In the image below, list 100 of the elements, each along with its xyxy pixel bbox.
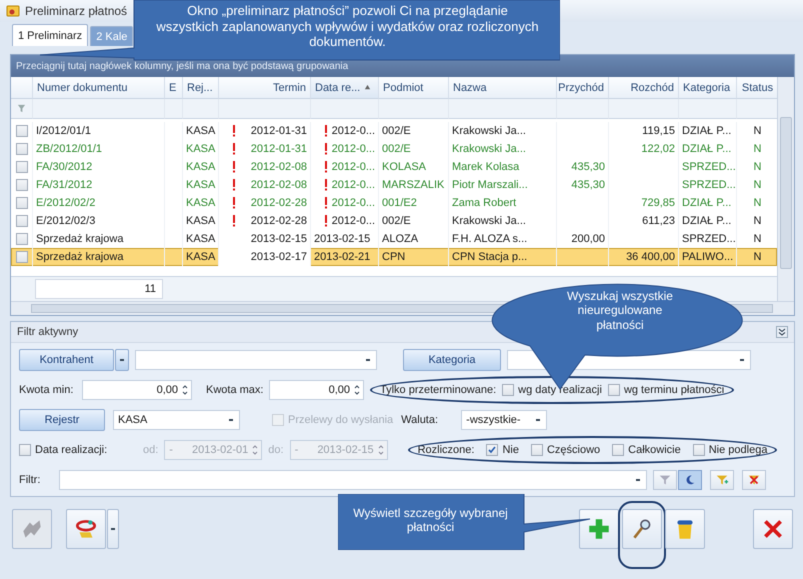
table-row[interactable]: Sprzedaż krajowa KASA 2013-02-17 2013-02-21 CPN CPN Stacja p... 36 400,00 PALIWO... N bbox=[11, 248, 777, 266]
checkbox[interactable] bbox=[608, 384, 620, 396]
caret-icon bbox=[536, 418, 540, 420]
delete-button[interactable] bbox=[665, 509, 705, 549]
refresh-button[interactable] bbox=[66, 509, 106, 549]
column-header[interactable]: E bbox=[165, 77, 183, 99]
table-cell: SPRZED... bbox=[682, 179, 736, 191]
checkbox[interactable] bbox=[530, 444, 543, 456]
spinner-icon[interactable] bbox=[354, 384, 360, 394]
column-header[interactable]: Status bbox=[737, 77, 779, 99]
table-cell: ALOZA bbox=[382, 233, 418, 245]
moon-button[interactable] bbox=[678, 470, 702, 490]
dropdown-button[interactable] bbox=[115, 348, 129, 370]
collapse-icon[interactable] bbox=[776, 326, 788, 338]
filter-cell[interactable] bbox=[379, 99, 449, 119]
table-cell: 2013-02-15 bbox=[250, 233, 307, 245]
register-button[interactable]: Rejestr bbox=[19, 408, 105, 430]
funnel-plus-icon bbox=[715, 472, 729, 486]
table-cell: 729,85 bbox=[641, 197, 675, 209]
add-button[interactable] bbox=[579, 509, 619, 549]
funnel-clear-button[interactable] bbox=[742, 470, 766, 490]
column-header[interactable]: Przychód bbox=[557, 77, 609, 99]
funnel-add-button[interactable] bbox=[710, 470, 734, 490]
sort-ascending-icon bbox=[364, 84, 372, 91]
column-header[interactable]: Kategoria bbox=[679, 77, 737, 99]
column-header[interactable]: Data re... bbox=[311, 77, 379, 99]
checkbox[interactable] bbox=[486, 444, 498, 456]
filter-cell[interactable] bbox=[11, 99, 33, 119]
filter-cell[interactable] bbox=[33, 99, 165, 119]
exclamation-icon bbox=[324, 143, 328, 155]
checkbox-label[interactable]: Nie podlega bbox=[708, 444, 768, 456]
callout-text: Wyświetl szczegóły wybranej płatności bbox=[353, 506, 508, 535]
checkbox[interactable] bbox=[612, 444, 624, 456]
table-cell: 2012-0... bbox=[332, 161, 375, 173]
contractor-button[interactable]: Kontrahent bbox=[19, 348, 114, 370]
app-icon bbox=[6, 4, 20, 18]
contractor-combo[interactable] bbox=[135, 350, 377, 370]
register-combo[interactable]: KASA bbox=[113, 410, 240, 430]
details-button[interactable] bbox=[622, 509, 662, 549]
amount-field[interactable]: 0,00 bbox=[82, 380, 192, 400]
filter-cell[interactable] bbox=[219, 99, 311, 119]
filter-cell[interactable] bbox=[679, 99, 737, 119]
table-cell: N bbox=[754, 197, 762, 209]
checkbox[interactable] bbox=[16, 143, 28, 155]
filter-cell[interactable] bbox=[609, 99, 679, 119]
checkbox-label[interactable]: Całkowicie bbox=[628, 444, 681, 456]
filter-field[interactable] bbox=[59, 470, 647, 490]
callout-text: Wyszukaj wszystkie nieuregulowane płatności bbox=[566, 289, 674, 332]
table-cell: N bbox=[754, 143, 762, 155]
column-header[interactable]: Rozchód bbox=[609, 77, 679, 99]
spinner-icon[interactable] bbox=[182, 384, 188, 394]
checkbox[interactable] bbox=[16, 179, 28, 191]
table-cell: KOLASA bbox=[382, 161, 426, 173]
checkbox[interactable] bbox=[16, 197, 28, 209]
filter-cell[interactable] bbox=[183, 99, 219, 119]
checkbox-label[interactable]: Nie bbox=[502, 444, 519, 456]
checkbox[interactable] bbox=[502, 384, 514, 396]
filter-cell[interactable] bbox=[449, 99, 557, 119]
table-cell: N bbox=[754, 161, 762, 173]
currency-combo[interactable]: -wszystkie- bbox=[461, 410, 548, 430]
checkbox-label[interactable]: wg daty realizacji bbox=[518, 384, 602, 396]
table-cell: E/2012/02/2 bbox=[36, 197, 96, 209]
exclamation-icon bbox=[324, 161, 328, 173]
funnel-icon bbox=[17, 104, 26, 113]
checkbox[interactable] bbox=[692, 444, 705, 456]
column-header[interactable]: Nazwa bbox=[449, 77, 557, 99]
group-hint: Przeciągnij tutaj nagłówek kolumny, jeśli ma ona być podstawą grupowania bbox=[16, 60, 348, 72]
column-header[interactable]: Numer dokumentu bbox=[33, 77, 165, 99]
column-header[interactable]: Podmiot bbox=[379, 77, 449, 99]
vertical-scrollbar[interactable] bbox=[777, 77, 794, 301]
checkbox-label[interactable]: Częściowo bbox=[546, 444, 600, 456]
checkbox[interactable] bbox=[16, 215, 28, 227]
table-cell: N bbox=[754, 215, 762, 227]
checkbox[interactable] bbox=[16, 125, 28, 137]
table-cell: 2012-01-31 bbox=[250, 143, 307, 155]
amount-field[interactable]: 0,00 bbox=[269, 380, 364, 400]
checkbox[interactable] bbox=[16, 161, 28, 173]
category-button[interactable]: Kategoria bbox=[403, 348, 501, 370]
checkbox-label[interactable]: wg terminu płatności bbox=[624, 384, 724, 396]
table-cell: FA/30/2012 bbox=[36, 161, 92, 173]
exclamation-icon bbox=[324, 197, 328, 209]
funnel-icon bbox=[658, 472, 672, 486]
column-header[interactable]: Termin bbox=[219, 77, 311, 99]
checkbox[interactable] bbox=[16, 233, 28, 245]
checkbox-label[interactable]: Data realizacji: bbox=[35, 444, 139, 456]
table-cell: Piotr Marszali... bbox=[452, 179, 528, 191]
checkbox[interactable] bbox=[19, 444, 31, 456]
filter-cell[interactable] bbox=[737, 99, 779, 119]
table-cell: 2013-02-17 bbox=[250, 251, 307, 263]
table-cell: Sprzedaż krajowa bbox=[36, 233, 124, 245]
tab[interactable]: 1 Preliminarz bbox=[12, 24, 88, 46]
table-cell: Krakowski Ja... bbox=[452, 215, 526, 227]
close-button[interactable] bbox=[753, 509, 793, 549]
table-cell: 435,30 bbox=[571, 179, 605, 191]
checkbox[interactable] bbox=[16, 251, 28, 263]
filter-cell[interactable] bbox=[311, 99, 379, 119]
filter-cell[interactable] bbox=[165, 99, 183, 119]
column-header[interactable]: Rej... bbox=[183, 77, 219, 99]
exclamation-icon bbox=[324, 179, 328, 191]
filter-cell[interactable] bbox=[557, 99, 609, 119]
